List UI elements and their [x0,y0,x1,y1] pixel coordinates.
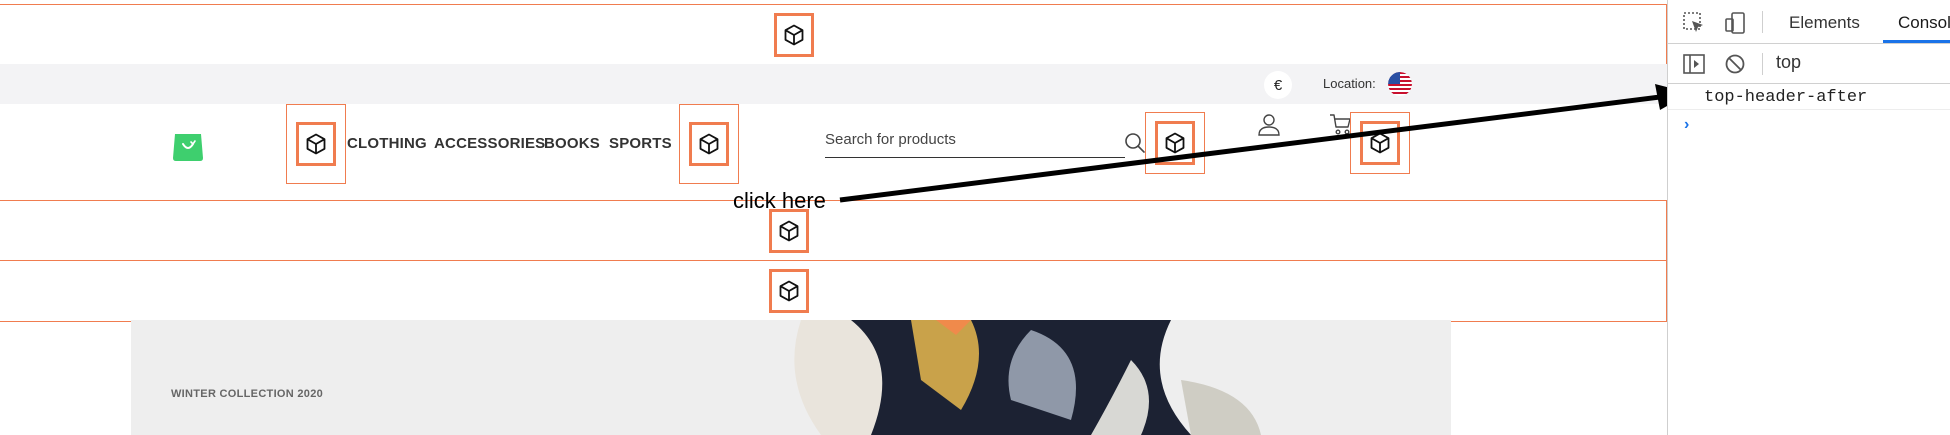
widget-slot-top-header-before[interactable] [0,4,1667,66]
click-here-annotation: click here [733,188,826,213]
devtools-toolbar: Elements Console [1668,0,1950,44]
show-sidebar-icon[interactable] [1682,52,1706,76]
cube-icon [779,220,799,242]
console-prompt-icon[interactable]: › [1684,116,1689,134]
nav-item-accessories[interactable]: ACCESSORIES [434,135,545,152]
hero-image [131,320,1451,435]
top-header: € Location: [0,64,1667,104]
inspect-element-icon[interactable] [1682,11,1706,35]
website-viewport: € Location: CLOTHING ACCESSORIES BOOKS S… [0,0,1667,435]
hero-title: WINTER COLLECTION 2020 [171,388,324,400]
search-input[interactable] [825,122,1125,158]
us-flag-icon[interactable] [1388,72,1412,96]
nav-item-clothing[interactable]: CLOTHING [347,135,427,152]
clear-console-icon[interactable] [1723,52,1747,76]
widget-slot-marker[interactable] [774,13,814,57]
device-toolbar-icon[interactable] [1723,11,1747,35]
cube-icon [699,133,719,155]
widget-slot-marker[interactable] [769,209,809,253]
widget-slot-marker[interactable] [296,122,336,166]
console-toolbar: top [1668,44,1950,84]
widget-slot-marker[interactable] [689,122,729,166]
search-icon[interactable] [1124,132,1146,154]
console-log-message: top-header-after [1704,88,1868,107]
widget-slot-content-before[interactable] [0,260,1667,322]
widget-slot-nav-before[interactable] [286,104,346,184]
cube-icon [1165,132,1185,154]
cube-icon [306,133,326,155]
user-account-icon[interactable] [1257,112,1281,136]
widget-slot-header-after[interactable] [0,200,1667,262]
hero-banner[interactable]: WINTER COLLECTION 2020 [131,320,1451,435]
devtools-panel: Elements Console top top-header-after › [1667,0,1950,435]
widget-slot-nav-after[interactable] [679,104,739,184]
widget-slot-cart-after[interactable] [1350,112,1410,174]
tab-elements[interactable]: Elements [1789,13,1860,33]
cube-icon [779,280,799,302]
widget-slot-search-after[interactable] [1145,112,1205,174]
nav-item-sports[interactable]: SPORTS [609,135,672,152]
active-tab-indicator [1883,40,1950,43]
screen: € Location: CLOTHING ACCESSORIES BOOKS S… [0,0,1950,435]
widget-slot-marker[interactable] [1360,121,1400,165]
toolbar-separator [1762,11,1763,33]
toolbar-separator [1762,53,1763,75]
widget-slot-marker[interactable] [1155,121,1195,165]
widget-slot-marker[interactable] [769,269,809,313]
shop-bag-logo-icon[interactable] [170,128,206,164]
cube-icon [1370,132,1390,154]
main-header: CLOTHING ACCESSORIES BOOKS SPORTS [0,104,1667,200]
cube-icon [784,24,804,46]
currency-selector[interactable]: € [1264,71,1292,99]
tab-console[interactable]: Console [1898,13,1950,33]
nav-item-books[interactable]: BOOKS [544,135,600,152]
location-label: Location: [1323,76,1376,91]
execution-context-selector[interactable]: top [1776,52,1801,73]
